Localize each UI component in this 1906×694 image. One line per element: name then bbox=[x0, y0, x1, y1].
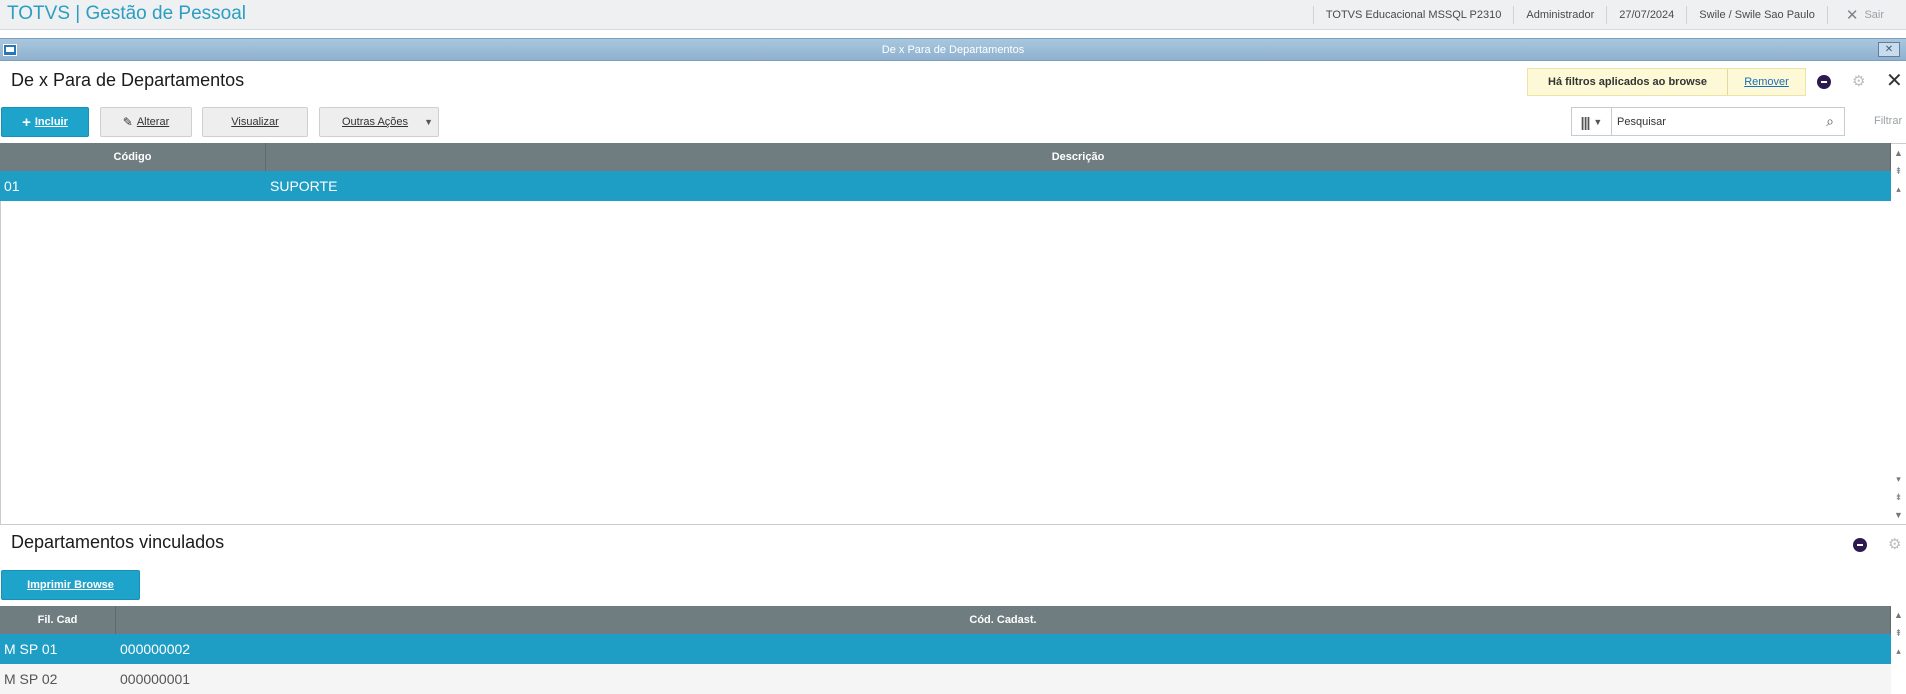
scroll-top-icon[interactable]: ▲ bbox=[1894, 606, 1903, 624]
column-header-descricao[interactable]: Descrição bbox=[266, 143, 1891, 171]
chevron-down-icon: ▼ bbox=[424, 117, 433, 127]
visualizar-button[interactable]: Visualizar bbox=[202, 107, 308, 137]
detail-grid-header: Fil. Cad Cód. Cadast. bbox=[0, 606, 1891, 634]
table-row[interactable]: M SP 01 000000002 bbox=[0, 634, 1891, 664]
table-row[interactable]: M SP 02 000000001 bbox=[0, 664, 1891, 694]
gear-icon[interactable]: ⚙ bbox=[1852, 74, 1865, 89]
info-icon[interactable] bbox=[1817, 75, 1831, 89]
column-header-fil-cad[interactable]: Fil. Cad bbox=[0, 606, 116, 634]
cell-descricao: SUPORTE bbox=[270, 178, 338, 194]
info-icon[interactable] bbox=[1853, 538, 1867, 552]
plus-icon: + bbox=[22, 113, 31, 131]
visualizar-label: Visualizar bbox=[231, 116, 279, 128]
search-input[interactable] bbox=[1612, 108, 1816, 135]
table-row[interactable]: 01 SUPORTE bbox=[0, 171, 1891, 201]
cell-fil-cad: M SP 02 bbox=[4, 671, 58, 687]
outras-acoes-label: Outras Ações bbox=[342, 116, 409, 128]
incluir-button[interactable]: + Incluir bbox=[1, 107, 89, 137]
environment-label[interactable]: TOTVS Educacional MSSQL P2310 bbox=[1312, 6, 1513, 24]
detail-grid-scrollbar[interactable]: ▲ ⇞ ▴ bbox=[1891, 606, 1906, 666]
scroll-bottom-icon[interactable]: ▼ bbox=[1894, 506, 1903, 524]
scroll-up-icon[interactable]: ▴ bbox=[1896, 180, 1901, 198]
pencil-icon: ✎ bbox=[122, 115, 133, 129]
session-info: TOTVS Educacional MSSQL P2310 Administra… bbox=[1312, 0, 1906, 30]
date-label[interactable]: 27/07/2024 bbox=[1606, 6, 1686, 24]
scroll-down-icon[interactable]: ▾ bbox=[1896, 470, 1901, 488]
exit-label: Sair bbox=[1864, 9, 1884, 21]
window-close-button[interactable]: ✕ bbox=[1878, 42, 1900, 57]
incluir-label: Incluir bbox=[34, 116, 68, 128]
gear-icon[interactable]: ⚙ bbox=[1888, 537, 1901, 552]
page-title: De x Para de Departamentos bbox=[11, 70, 245, 90]
search-bar: ||| ▼ ⌕ bbox=[1571, 107, 1845, 136]
scroll-page-up-icon[interactable]: ⇞ bbox=[1895, 162, 1903, 180]
section-title: Departamentos vinculados bbox=[11, 532, 225, 552]
print-browse-label: Imprimir Browse bbox=[27, 579, 114, 591]
remove-filter-link[interactable]: Remover bbox=[1728, 76, 1805, 88]
cell-codigo: 01 bbox=[4, 178, 20, 194]
window-titlebar: De x Para de Departamentos ✕ bbox=[0, 38, 1906, 61]
columns-selector[interactable]: ||| ▼ bbox=[1572, 108, 1612, 135]
cell-cod-cadast: 000000001 bbox=[120, 671, 191, 687]
outras-acoes-button[interactable]: Outras Ações ▼ bbox=[319, 107, 439, 137]
scroll-top-icon[interactable]: ▲ bbox=[1894, 144, 1903, 162]
filtrar-link[interactable]: Filtrar bbox=[1874, 115, 1902, 127]
print-browse-button[interactable]: Imprimir Browse bbox=[1, 570, 140, 600]
branch-label[interactable]: Swile / Swile Sao Paulo bbox=[1686, 6, 1827, 24]
scroll-page-down-icon[interactable]: ⇟ bbox=[1895, 488, 1903, 506]
user-label[interactable]: Administrador bbox=[1513, 6, 1606, 24]
exit-button[interactable]: ✕ Sair bbox=[1826, 6, 1906, 24]
column-header-cod-cadast[interactable]: Cód. Cadast. bbox=[116, 606, 1891, 634]
app-title: TOTVS | Gestão de Pessoal bbox=[7, 3, 247, 24]
alterar-button[interactable]: ✎ Alterar bbox=[100, 107, 192, 137]
main-grid: Código Descrição 01 SUPORTE bbox=[0, 143, 1891, 201]
close-icon: ✕ bbox=[1845, 7, 1859, 24]
window-title: De x Para de Departamentos bbox=[881, 44, 1025, 56]
filter-notice: Há filtros aplicados ao browse Remover bbox=[1527, 68, 1806, 96]
alterar-label: Alterar bbox=[136, 116, 170, 128]
columns-icon: ||| bbox=[1580, 113, 1591, 130]
main-grid-header: Código Descrição bbox=[0, 143, 1891, 171]
app-header: TOTVS | Gestão de Pessoal TOTVS Educacio… bbox=[0, 0, 1906, 30]
cell-fil-cad: M SP 01 bbox=[4, 641, 58, 657]
chevron-down-icon: ▼ bbox=[1593, 116, 1603, 127]
scroll-page-up-icon[interactable]: ⇞ bbox=[1895, 624, 1903, 642]
scroll-up-icon[interactable]: ▴ bbox=[1896, 642, 1901, 660]
search-icon[interactable]: ⌕ bbox=[1816, 108, 1844, 135]
close-icon[interactable]: ✕ bbox=[1886, 71, 1903, 91]
main-grid-scrollbar[interactable]: ▲ ⇞ ▴ ▾ ⇟ ▼ bbox=[1891, 144, 1906, 524]
detail-grid: Fil. Cad Cód. Cadast. M SP 01 000000002 … bbox=[0, 606, 1891, 694]
cell-cod-cadast: 000000002 bbox=[120, 641, 191, 657]
filter-notice-text: Há filtros aplicados ao browse bbox=[1528, 69, 1728, 95]
column-header-codigo[interactable]: Código bbox=[0, 143, 266, 171]
